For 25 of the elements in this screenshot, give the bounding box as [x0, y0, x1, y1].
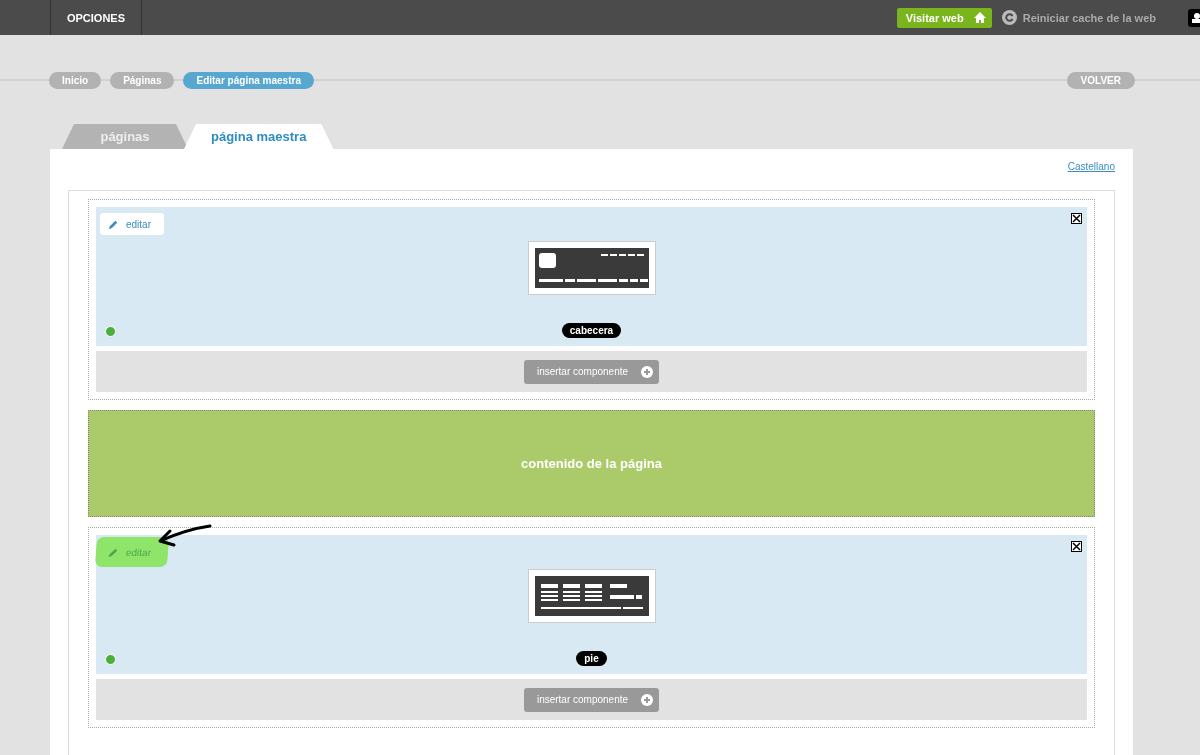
plus-icon	[641, 365, 654, 378]
edit-button[interactable]: editar	[100, 213, 164, 235]
pencil-icon	[107, 546, 120, 558]
user-icon[interactable]	[1188, 8, 1200, 27]
back-button[interactable]: VOLVER	[1066, 71, 1135, 89]
options-menu[interactable]: OPCIONES	[50, 0, 142, 35]
tab[interactable]: página maestra	[184, 124, 334, 149]
visit-web-button[interactable]: Visitar web	[896, 7, 992, 28]
component-label: cabecera	[561, 323, 622, 338]
close-icon[interactable]	[1071, 213, 1082, 224]
language-link[interactable]: Castellano	[1067, 161, 1115, 172]
refresh-icon	[1001, 10, 1017, 25]
content-label: contenido de la página	[521, 456, 662, 471]
breadcrumb-item[interactable]: Inicio	[49, 71, 102, 89]
home-icon	[973, 12, 986, 23]
insert-component-button[interactable]: insertar componente	[523, 359, 660, 384]
tab[interactable]: páginas	[62, 124, 188, 149]
plus-icon	[641, 693, 654, 706]
component-label: pie	[576, 651, 607, 666]
breadcrumb-item[interactable]: Páginas	[110, 71, 175, 89]
pencil-icon	[108, 218, 119, 230]
insert-component-button[interactable]: insertar componente	[523, 687, 660, 712]
close-icon[interactable]	[1071, 541, 1082, 552]
breadcrumb-item[interactable]: Editar página maestra	[183, 71, 314, 89]
reset-cache-link[interactable]: Reiniciar cache de la web	[1001, 10, 1156, 25]
